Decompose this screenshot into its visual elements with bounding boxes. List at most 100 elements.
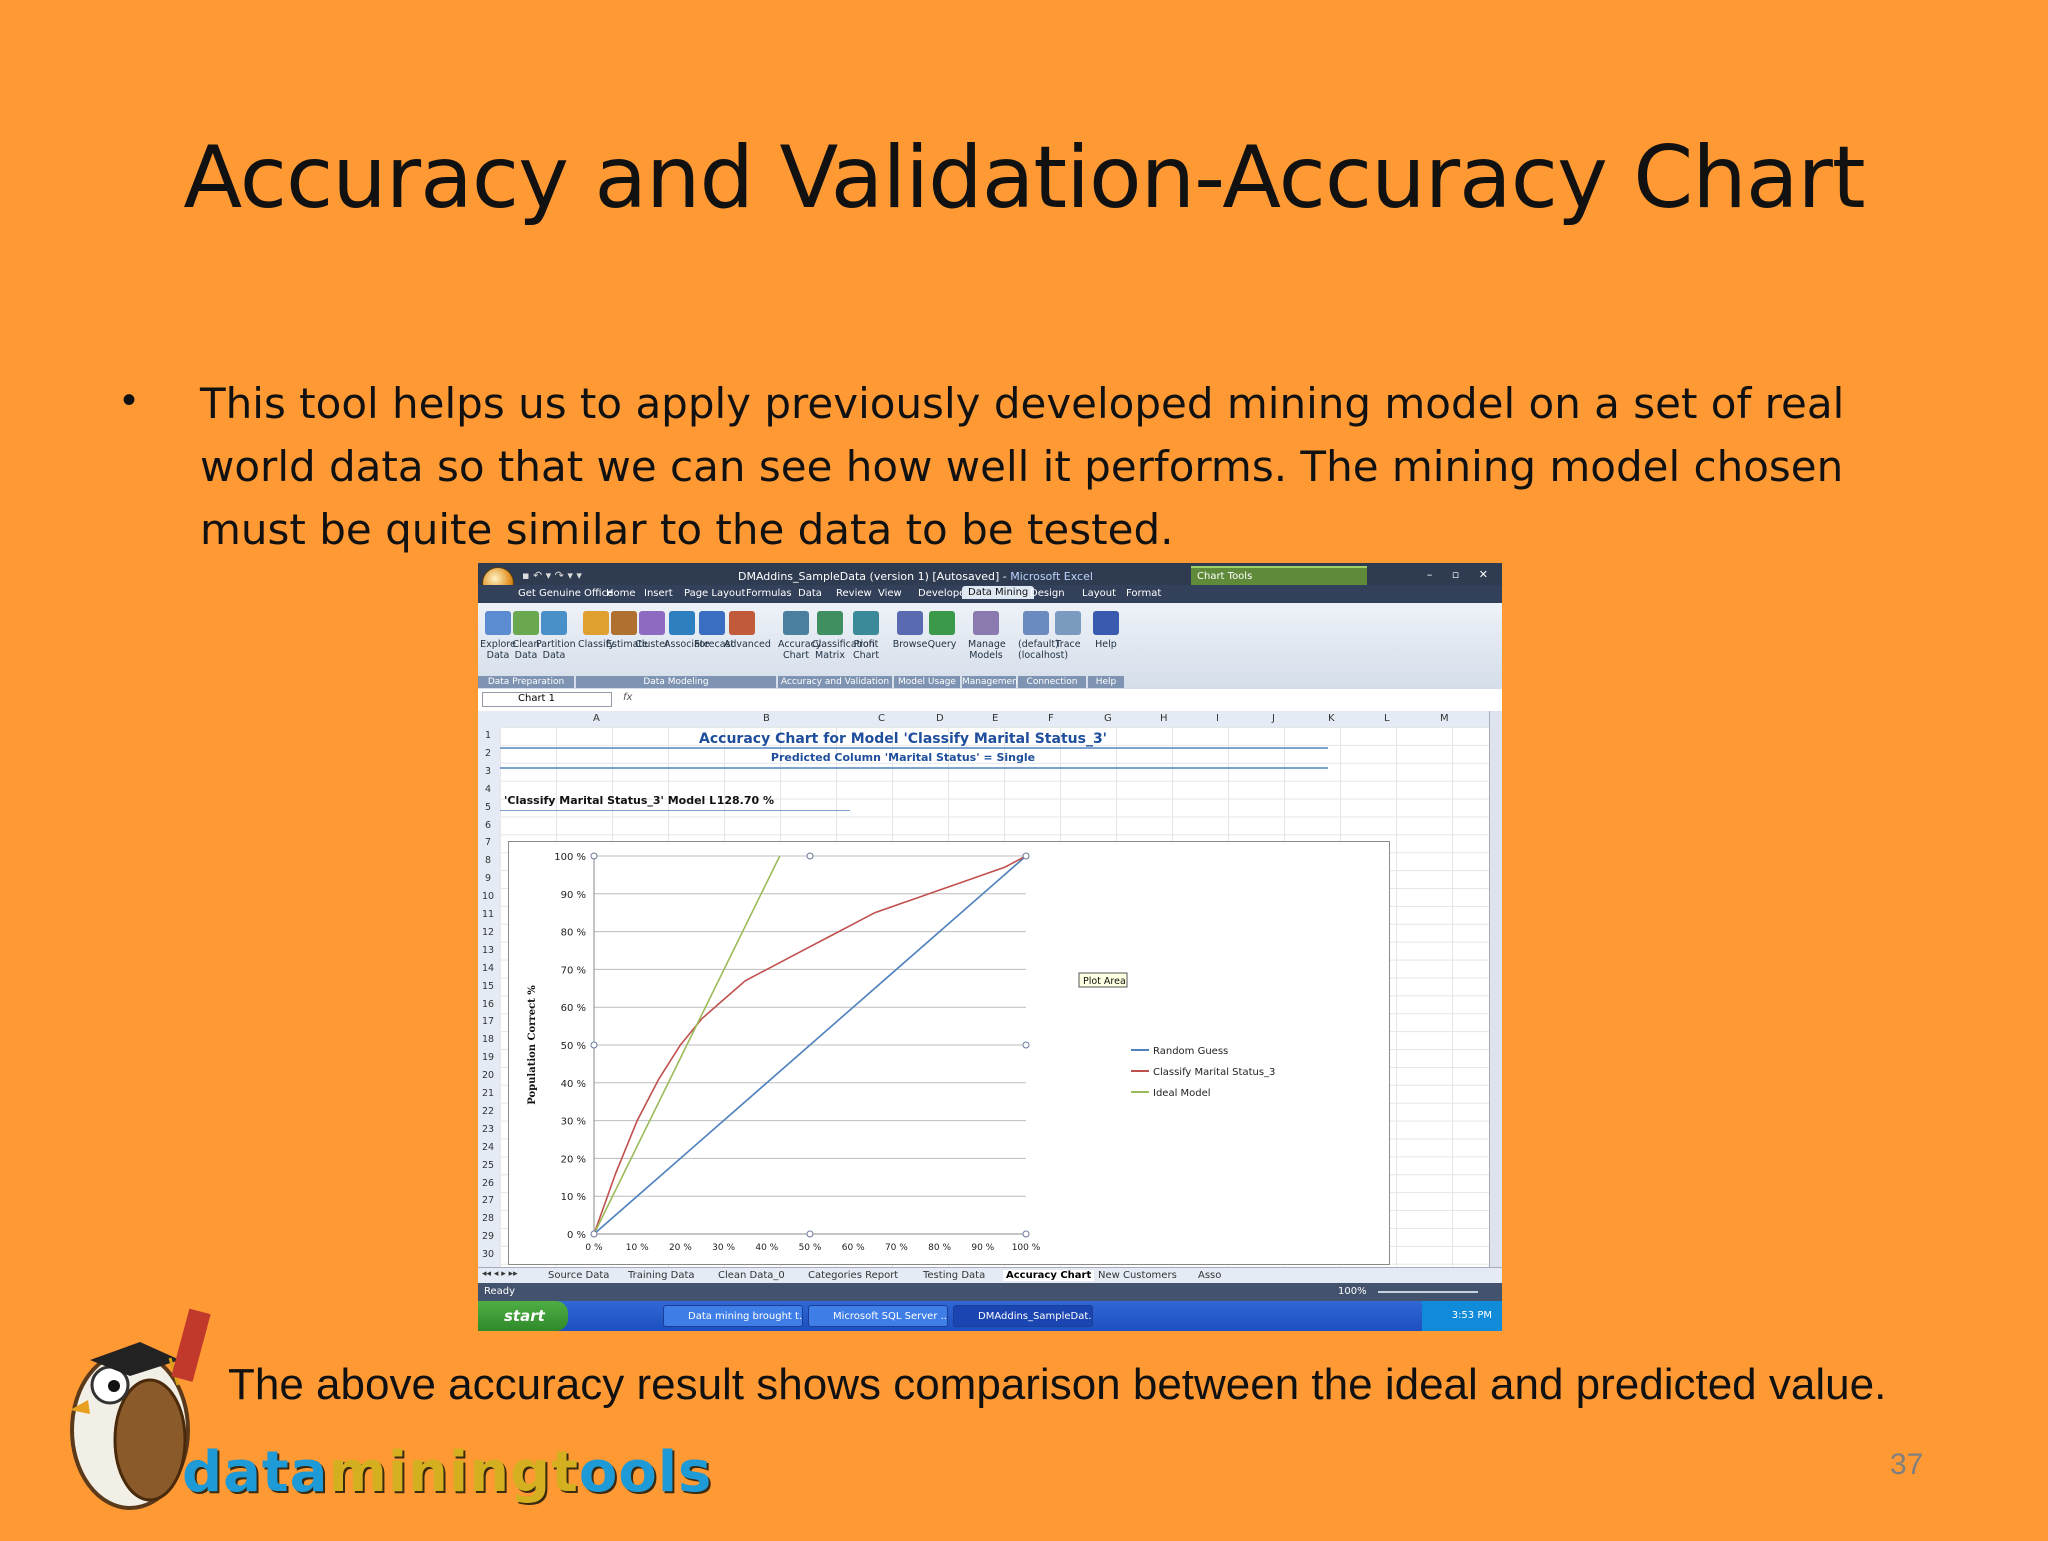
ribbon-button-11[interactable]: Profit Chart [848, 611, 884, 661]
sheet-tab[interactable]: Clean Data_0 [718, 1270, 785, 1281]
taskbar-item-2[interactable]: Microsoft SQL Server ... [808, 1305, 948, 1327]
row-header[interactable]: 14 [478, 963, 498, 974]
row-header[interactable]: 10 [478, 891, 498, 902]
row-header[interactable]: 25 [478, 1160, 498, 1171]
column-header[interactable]: A [593, 713, 600, 724]
ribbon-tab-formulas[interactable]: Formulas [746, 588, 792, 599]
row-headers: 1 2 3 4 5 6 7 8 9 10 11 12 13 14 15 16 17 18 19 20 21 22 23 24 2… [478, 727, 501, 1267]
column-header[interactable]: C [878, 713, 885, 724]
row-header[interactable]: 22 [478, 1106, 498, 1117]
row-header[interactable]: 30 [478, 1249, 498, 1260]
row-header[interactable]: 15 [478, 981, 498, 992]
column-header[interactable]: B [763, 713, 770, 724]
ribbon-button-2[interactable]: Partition Data [536, 611, 576, 661]
row-header[interactable]: 18 [478, 1034, 498, 1045]
row-header[interactable]: 16 [478, 999, 498, 1010]
cell-b4[interactable]: 128.70 % [678, 794, 774, 807]
sheet-tab[interactable]: Training Data [628, 1270, 695, 1281]
row-header[interactable]: 24 [478, 1142, 498, 1153]
ribbon-tab-insert[interactable]: Insert [644, 588, 673, 599]
selection-handle[interactable] [806, 852, 814, 860]
sheet-tab[interactable]: Categories Report [808, 1270, 898, 1281]
column-header[interactable]: M [1440, 713, 1449, 724]
row-header[interactable]: 9 [478, 873, 498, 884]
row-header[interactable]: 13 [478, 945, 498, 956]
row-header[interactable]: 20 [478, 1070, 498, 1081]
ribbon-tab-design[interactable]: Design [1030, 588, 1065, 599]
row-header[interactable]: 29 [478, 1231, 498, 1242]
sheet-nav-arrows[interactable]: ◂◂ ◂ ▸ ▸▸ [482, 1269, 518, 1279]
ribbon-button-16[interactable]: Trace [1050, 611, 1086, 650]
ribbon-tab-layout[interactable]: Layout [1082, 588, 1116, 599]
sheet-tab[interactable]: New Customers [1098, 1270, 1177, 1281]
ribbon-button-15[interactable]: (default) (localhost) [1018, 611, 1068, 661]
selection-handle[interactable] [590, 1230, 598, 1238]
ribbon-tab-get-genuine-office[interactable]: Get Genuine Office [518, 588, 613, 599]
fx-icon[interactable]: fx [623, 692, 632, 703]
column-header[interactable]: J [1272, 713, 1275, 724]
row-header[interactable]: 21 [478, 1088, 498, 1099]
taskbar-item-3[interactable]: DMAddins_SampleDat... [953, 1305, 1093, 1327]
ribbon-button-10[interactable]: Classification Matrix [812, 611, 875, 661]
sheet-tab[interactable]: Testing Data [923, 1270, 985, 1281]
ribbon-tab-review[interactable]: Review [836, 588, 872, 599]
ribbon-tab-view[interactable]: View [878, 588, 902, 599]
column-header[interactable]: H [1160, 713, 1168, 724]
ribbon-tab-data[interactable]: Data [798, 588, 822, 599]
ribbon-button-17[interactable]: Help [1088, 611, 1124, 650]
row-header[interactable]: 4 [478, 784, 498, 795]
vertical-scrollbar[interactable] [1489, 711, 1502, 1267]
x-tick-label: 30 % [712, 1243, 735, 1253]
column-header[interactable]: G [1104, 713, 1112, 724]
row-header[interactable]: 3 [478, 766, 498, 777]
window-controls[interactable]: – ▫ ✕ [1427, 568, 1496, 581]
row-header[interactable]: 8 [478, 855, 498, 866]
row-header[interactable]: 23 [478, 1124, 498, 1135]
row-header[interactable]: 7 [478, 837, 498, 848]
column-header[interactable]: L [1384, 713, 1390, 724]
selection-handle[interactable] [1022, 1230, 1030, 1238]
zoom-slider[interactable] [1378, 1291, 1478, 1293]
ribbon-tab-page-layout[interactable]: Page Layout [684, 588, 745, 599]
logo-letter: o [618, 1440, 658, 1505]
ribbon-button-13[interactable]: Query [924, 611, 960, 650]
selection-handle[interactable] [590, 1041, 598, 1049]
row-header[interactable]: 27 [478, 1195, 498, 1206]
row-header[interactable]: 17 [478, 1016, 498, 1027]
taskbar-item-1[interactable]: Data mining brought t... [663, 1305, 803, 1327]
column-header[interactable]: D [936, 713, 944, 724]
ribbon-tab-data-mining[interactable]: Data Mining [962, 586, 1035, 599]
row-header[interactable]: 26 [478, 1178, 498, 1189]
y-axis-label: Population Correct % [527, 985, 538, 1105]
zoom-level[interactable]: 100% [1338, 1286, 1367, 1297]
y-tick-label: 60 % [561, 1003, 586, 1014]
ribbon-button-8[interactable]: Advanced [724, 611, 771, 650]
y-tick-label: 30 % [561, 1117, 586, 1128]
column-header[interactable]: E [992, 713, 998, 724]
selection-handle[interactable] [806, 1230, 814, 1238]
ribbon-button-14[interactable]: Manage Models [968, 611, 1006, 661]
ribbon-tab-format[interactable]: Format [1126, 588, 1161, 599]
selection-handle[interactable] [1022, 1041, 1030, 1049]
sheet-tab[interactable]: Asso [1198, 1270, 1221, 1281]
column-header[interactable]: I [1216, 713, 1219, 724]
row-header[interactable]: 19 [478, 1052, 498, 1063]
row-header[interactable]: 6 [478, 820, 498, 831]
row-header[interactable]: 12 [478, 927, 498, 938]
ribbon-button-9[interactable]: Accuracy Chart [778, 611, 821, 661]
selection-handle[interactable] [1022, 852, 1030, 860]
ribbon-button-12[interactable]: Browse [892, 611, 928, 650]
logo-letter: t [551, 1440, 579, 1505]
column-header[interactable]: K [1328, 713, 1335, 724]
row-header[interactable]: 11 [478, 909, 498, 920]
sheet-tab[interactable]: Source Data [548, 1270, 609, 1281]
selection-handle[interactable] [590, 852, 598, 860]
column-header[interactable]: F [1048, 713, 1054, 724]
quick-access-toolbar[interactable]: ▪ ↶ ▾ ↷ ▾ ▾ [522, 569, 582, 582]
name-box[interactable]: Chart 1 [482, 692, 612, 707]
ribbon-tab-home[interactable]: Home [606, 588, 636, 599]
row-header[interactable]: 28 [478, 1213, 498, 1224]
accuracy-chart[interactable]: 0 % 10 % 20 % 30 % 40 % 50 % 60 % 70 % 80 % 90 % 1… [508, 841, 1390, 1265]
sheet-tab[interactable]: Accuracy Chart [1003, 1270, 1095, 1281]
row-header[interactable]: 5 [478, 802, 498, 813]
